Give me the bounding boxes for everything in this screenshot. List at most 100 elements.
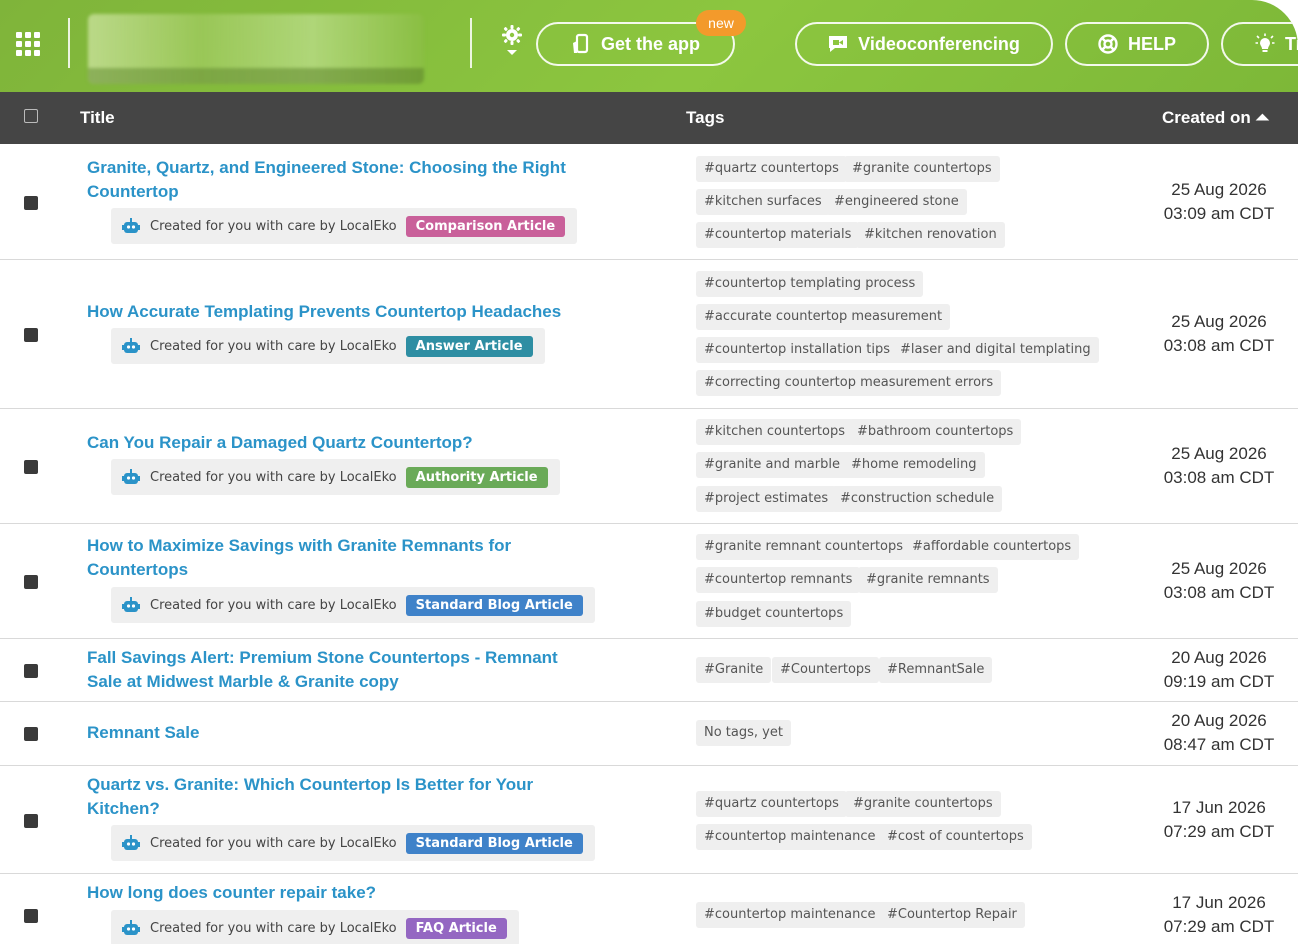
row-checkbox[interactable] [24,727,38,741]
videoconferencing-label: Videoconferencing [858,33,1020,54]
tag-chip[interactable]: #correcting countertop measurement error… [696,370,1002,396]
tag-chip[interactable]: #countertop maintenance [696,824,884,850]
no-tags-label: No tags, yet [696,720,791,746]
article-title-link[interactable]: How long does counter repair take? [87,881,597,905]
tag-chip[interactable]: #Granite [696,657,772,683]
tag-chip[interactable]: #kitchen surfaces [696,189,830,215]
tag-chip[interactable]: #engineered stone [826,189,967,215]
article-type-badge: Answer Article [405,335,533,357]
row-checkbox[interactable] [24,909,38,923]
apps-grid-icon[interactable] [16,32,40,56]
tag-chip[interactable]: #RemnantSale [879,657,993,683]
tag-chip[interactable]: #cost of countertops [879,824,1032,850]
tag-chip[interactable]: #construction schedule [832,486,1003,512]
robot-icon [122,218,140,233]
credit-text: Created for you with care by LocalEko [150,338,397,354]
created-time: 03:09 am CDT [1163,204,1275,223]
row-checkbox[interactable] [24,814,38,828]
table-row: How to Maximize Savings with Granite Rem… [0,524,1298,639]
row-checkbox[interactable] [24,196,38,210]
ai-credit: Created for you with care by LocalEko St… [111,825,595,861]
tag-chip[interactable]: #kitchen countertops [696,419,853,445]
tips-label: Ti [1285,33,1298,54]
article-title-link[interactable]: Quartz vs. Granite: Which Countertop Is … [87,773,597,821]
table-row: Granite, Quartz, and Engineered Stone: C… [0,144,1298,260]
article-title-link[interactable]: Granite, Quartz, and Engineered Stone: C… [87,156,597,204]
tag-chip[interactable]: #bathroom countertops [849,419,1022,445]
tag-chip[interactable]: #Countertops [772,657,879,683]
tag-chip[interactable]: #kitchen renovation [856,222,1005,248]
created-date: 17 Jun 2026 [1172,893,1266,912]
tag-chip[interactable]: #affordable countertops [904,534,1080,560]
table-header: Title Tags Created on ⏶ [0,92,1298,144]
select-all-checkbox[interactable] [24,109,38,123]
created-date: 25 Aug 2026 [1171,444,1267,463]
tag-chip[interactable]: #home remodeling [843,452,985,478]
tips-button[interactable]: Ti [1221,22,1298,66]
tag-chip[interactable]: #project estimates [696,486,837,512]
ai-credit: Created for you with care by LocalEko Co… [111,208,578,244]
tag-chip[interactable]: #Countertop Repair [879,902,1025,928]
tag-chip[interactable]: #quartz countertops [696,791,847,817]
tag-chip[interactable]: #countertop templating process [696,271,924,297]
created-time: 07:29 am CDT [1163,917,1275,936]
tag-chip[interactable]: #countertop installation tips [696,337,898,363]
new-badge: new [696,10,746,36]
created-date: 25 Aug 2026 [1171,312,1267,331]
column-title[interactable]: Title [80,92,115,144]
row-checkbox[interactable] [24,664,38,678]
tag-chip[interactable]: #granite countertops [845,791,1001,817]
ai-credit: Created for you with care by LocalEko An… [111,328,545,364]
help-label: HELP [1127,33,1176,54]
help-button[interactable]: HELP [1065,22,1209,66]
table-row: Quartz vs. Granite: Which Countertop Is … [0,766,1298,874]
tag-chip[interactable]: #countertop remnants [696,567,861,593]
tag-chip[interactable]: #laser and digital templating [892,337,1099,363]
get-app-label: Get the app [600,33,700,54]
tag-chip[interactable]: #countertop maintenance [696,902,884,928]
created-date: 25 Aug 2026 [1171,559,1267,578]
phone-hand-icon [572,33,589,54]
ai-credit: Created for you with care by LocalEko St… [111,587,595,623]
row-checkbox[interactable] [24,460,38,474]
video-chat-icon [829,36,848,52]
videoconferencing-button[interactable]: Videoconferencing [795,22,1053,66]
article-type-badge: Comparison Article [405,215,566,237]
article-title-link[interactable]: How Accurate Templating Prevents Counter… [87,300,597,324]
row-checkbox[interactable] [24,328,38,342]
tag-chip[interactable]: #quartz countertops [696,156,847,182]
robot-icon [122,469,140,484]
ai-credit: Created for you with care by LocalEko FA… [111,910,519,944]
credit-text: Created for you with care by LocalEko [150,920,397,936]
tag-chip[interactable]: #countertop materials [696,222,860,248]
table-row: How long does counter repair take? Creat… [0,874,1298,944]
article-type-badge: Standard Blog Article [405,832,583,854]
table-row: Fall Savings Alert: Premium Stone Counte… [0,639,1298,702]
article-title-link[interactable]: Can You Repair a Damaged Quartz Countert… [87,431,597,455]
created-date: 17 Jun 2026 [1172,798,1266,817]
table-row: Can You Repair a Damaged Quartz Countert… [0,409,1298,524]
tag-chip[interactable]: #accurate countertop measurement [696,304,951,330]
robot-icon [122,920,140,935]
top-bar: Get the app new Videoconferencing HELP T… [0,0,1298,92]
article-title-link[interactable]: Remnant Sale [87,721,597,745]
article-title-link[interactable]: Fall Savings Alert: Premium Stone Counte… [87,646,597,694]
robot-icon [122,338,140,353]
tag-chip[interactable]: #granite remnants [858,567,998,593]
created-date: 20 Aug 2026 [1171,711,1267,730]
created-time: 03:08 am CDT [1163,468,1275,487]
row-checkbox[interactable] [24,575,38,589]
credit-text: Created for you with care by LocalEko [150,218,397,234]
article-type-badge: Standard Blog Article [405,594,583,616]
column-created-on-sort[interactable]: Created on ⏶ [1162,92,1269,144]
tag-chip[interactable]: #granite remnant countertops [696,534,912,560]
article-title-link[interactable]: How to Maximize Savings with Granite Rem… [87,534,597,582]
tag-chip[interactable]: #budget countertops [696,601,852,627]
tag-chip[interactable]: #granite countertops [844,156,1000,182]
article-type-badge: Authority Article [405,466,548,488]
settings-gear-icon[interactable] [498,24,526,58]
ai-credit: Created for you with care by LocalEko Au… [111,459,560,495]
credit-text: Created for you with care by LocalEko [150,835,397,851]
tag-chip[interactable]: #granite and marble [696,452,848,478]
article-type-badge: FAQ Article [405,917,507,939]
